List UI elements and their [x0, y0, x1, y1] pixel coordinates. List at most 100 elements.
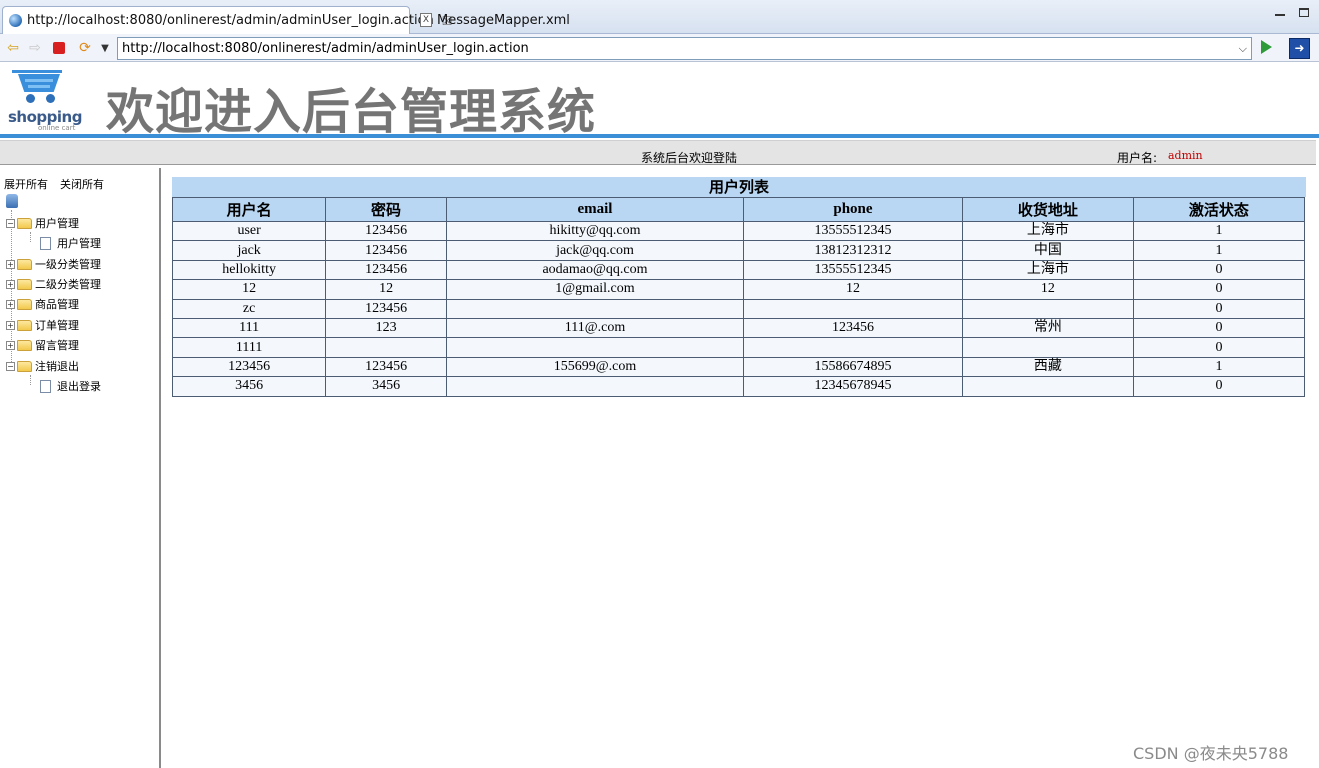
- table-cell: 123456: [325, 240, 447, 261]
- sidebar-subitem-user-management[interactable]: 用户管理: [40, 235, 101, 251]
- table-cell: 1@gmail.com: [445, 279, 745, 300]
- table-cell: 1: [1132, 220, 1306, 242]
- expand-icon[interactable]: +: [6, 340, 15, 350]
- expand-all-link[interactable]: 展开所有: [4, 176, 48, 192]
- shopping-cart-logo: shopping online cart: [8, 66, 83, 132]
- table-cell: 3456: [325, 376, 447, 397]
- table-cell: [445, 337, 745, 358]
- sidebar-subitem-logout[interactable]: 退出登录: [40, 378, 101, 394]
- page-banner: shopping online cart 欢迎进入后台管理系统: [0, 62, 1319, 140]
- watermark: CSDN @夜未央5788: [1133, 744, 1289, 763]
- sidebar-item-category1[interactable]: + 一级分类管理: [6, 256, 101, 272]
- expand-icon[interactable]: +: [6, 299, 15, 309]
- table-cell: 中国: [961, 240, 1134, 261]
- table-row: 1111 0: [171, 337, 1306, 358]
- table-cell: 13555512345: [743, 259, 963, 281]
- back-arrow-icon[interactable]: ⇦: [5, 40, 21, 56]
- table-cell: [961, 376, 1134, 397]
- table-cell: 1: [1132, 240, 1306, 261]
- table-cell: 0: [1132, 259, 1306, 281]
- column-header: 密码: [325, 197, 447, 222]
- table-cell: jack: [171, 240, 327, 261]
- url-text: http://localhost:8080/onlinerest/admin/a…: [122, 41, 529, 56]
- table-cell: [961, 298, 1134, 319]
- table-row: jack 123456 jack@qq.com 13812312312 中国 1: [171, 240, 1306, 261]
- collapse-icon[interactable]: −: [6, 361, 15, 371]
- table-cell: 111: [171, 317, 327, 339]
- table-cell: [445, 298, 745, 319]
- tab-label: http://localhost:8080/onlinerest/admin/a…: [27, 13, 434, 28]
- column-header: 激活状态: [1132, 197, 1306, 222]
- table-cell: 0: [1132, 279, 1306, 300]
- table-cell: user: [171, 220, 327, 242]
- column-header: email: [445, 197, 745, 222]
- url-input[interactable]: http://localhost:8080/onlinerest/admin/a…: [117, 37, 1252, 60]
- sidebar-item-category2[interactable]: + 二级分类管理: [6, 276, 101, 292]
- table-cell: 123456: [325, 356, 447, 378]
- sidebar-item-label: 退出登录: [57, 380, 101, 393]
- table-row: 3456 3456 12345678945 0: [171, 376, 1306, 397]
- table-cell: 上海市: [961, 259, 1134, 281]
- forward-arrow-icon[interactable]: ⇨: [27, 40, 43, 56]
- chevron-down-icon[interactable]: ▼: [97, 40, 113, 56]
- folder-icon: [17, 319, 32, 331]
- folder-open-icon: [17, 360, 32, 372]
- table-cell: 0: [1132, 337, 1306, 358]
- sidebar-item-logout[interactable]: − 注销退出: [6, 358, 79, 374]
- minimize-icon[interactable]: [1275, 14, 1285, 16]
- collapse-icon[interactable]: −: [6, 218, 15, 228]
- computer-icon: [6, 194, 18, 208]
- table-cell: 111@.com: [445, 317, 745, 339]
- table-cell: 1: [1132, 356, 1306, 378]
- table-cell: 13812312312: [743, 240, 963, 261]
- collapse-all-link[interactable]: 关闭所有: [60, 176, 104, 192]
- external-browser-icon[interactable]: ➜: [1289, 38, 1310, 59]
- xml-file-icon: X: [420, 13, 432, 27]
- expand-icon[interactable]: +: [6, 259, 15, 269]
- url-dropdown-icon[interactable]: ⌵: [1239, 38, 1247, 59]
- table-cell: aodamao@qq.com: [445, 259, 745, 281]
- stop-icon[interactable]: [53, 42, 65, 54]
- table-cell: [743, 337, 963, 358]
- username-label: 用户名:: [1117, 151, 1158, 165]
- table-cell: 常州: [961, 317, 1134, 339]
- refresh-icon[interactable]: ⟳: [77, 40, 93, 56]
- tree-guide: [30, 232, 31, 242]
- username-value: admin: [1168, 149, 1203, 162]
- table-caption: 用户列表: [172, 177, 1306, 197]
- go-icon[interactable]: [1261, 40, 1272, 54]
- cart-wheel: [26, 94, 35, 103]
- sidebar-item-user-management[interactable]: − 用户管理: [6, 215, 79, 231]
- maximize-icon[interactable]: [1299, 8, 1309, 17]
- status-bar: 系统后台欢迎登陆 用户名: admin: [0, 140, 1316, 165]
- expand-icon[interactable]: +: [6, 279, 15, 289]
- sidebar-item-messages[interactable]: + 留言管理: [6, 337, 79, 353]
- tab-messagemapper[interactable]: X MessageMapper.xml: [414, 6, 584, 34]
- tab-admin-login[interactable]: http://localhost:8080/onlinerest/admin/a…: [2, 6, 453, 34]
- sidebar-item-products[interactable]: + 商品管理: [6, 296, 79, 312]
- expand-icon[interactable]: +: [6, 320, 15, 330]
- table-cell: 3456: [171, 376, 327, 397]
- table-cell: 12: [743, 279, 963, 300]
- table-cell: 0: [1132, 298, 1306, 319]
- folder-open-icon: [17, 217, 32, 229]
- tree-controls: 展开所有 关闭所有: [4, 176, 104, 192]
- page-icon: [40, 379, 51, 393]
- table-cell: 12345678945: [743, 376, 963, 397]
- table-cell: 123: [325, 317, 447, 339]
- table-cell: 0: [1132, 317, 1306, 339]
- sidebar-item-label: 订单管理: [35, 319, 79, 332]
- column-header: 用户名: [171, 197, 327, 222]
- table-cell: jack@qq.com: [445, 240, 745, 261]
- table-row: zc 123456 0: [171, 298, 1306, 319]
- table-cell: 155699@.com: [445, 356, 745, 378]
- cart-stripe: [28, 85, 50, 88]
- table-cell: 15586674895: [743, 356, 963, 378]
- folder-icon: [17, 339, 32, 351]
- browser-tab-bar: http://localhost:8080/onlinerest/admin/a…: [0, 0, 1319, 34]
- sidebar-item-orders[interactable]: + 订单管理: [6, 317, 79, 333]
- page-title: 欢迎进入后台管理系统: [106, 84, 597, 140]
- sidebar-item-label: 用户管理: [57, 237, 101, 250]
- table-row: 123456 123456 155699@.com 15586674895 西藏 1: [171, 356, 1306, 378]
- table-cell: 12: [171, 279, 327, 300]
